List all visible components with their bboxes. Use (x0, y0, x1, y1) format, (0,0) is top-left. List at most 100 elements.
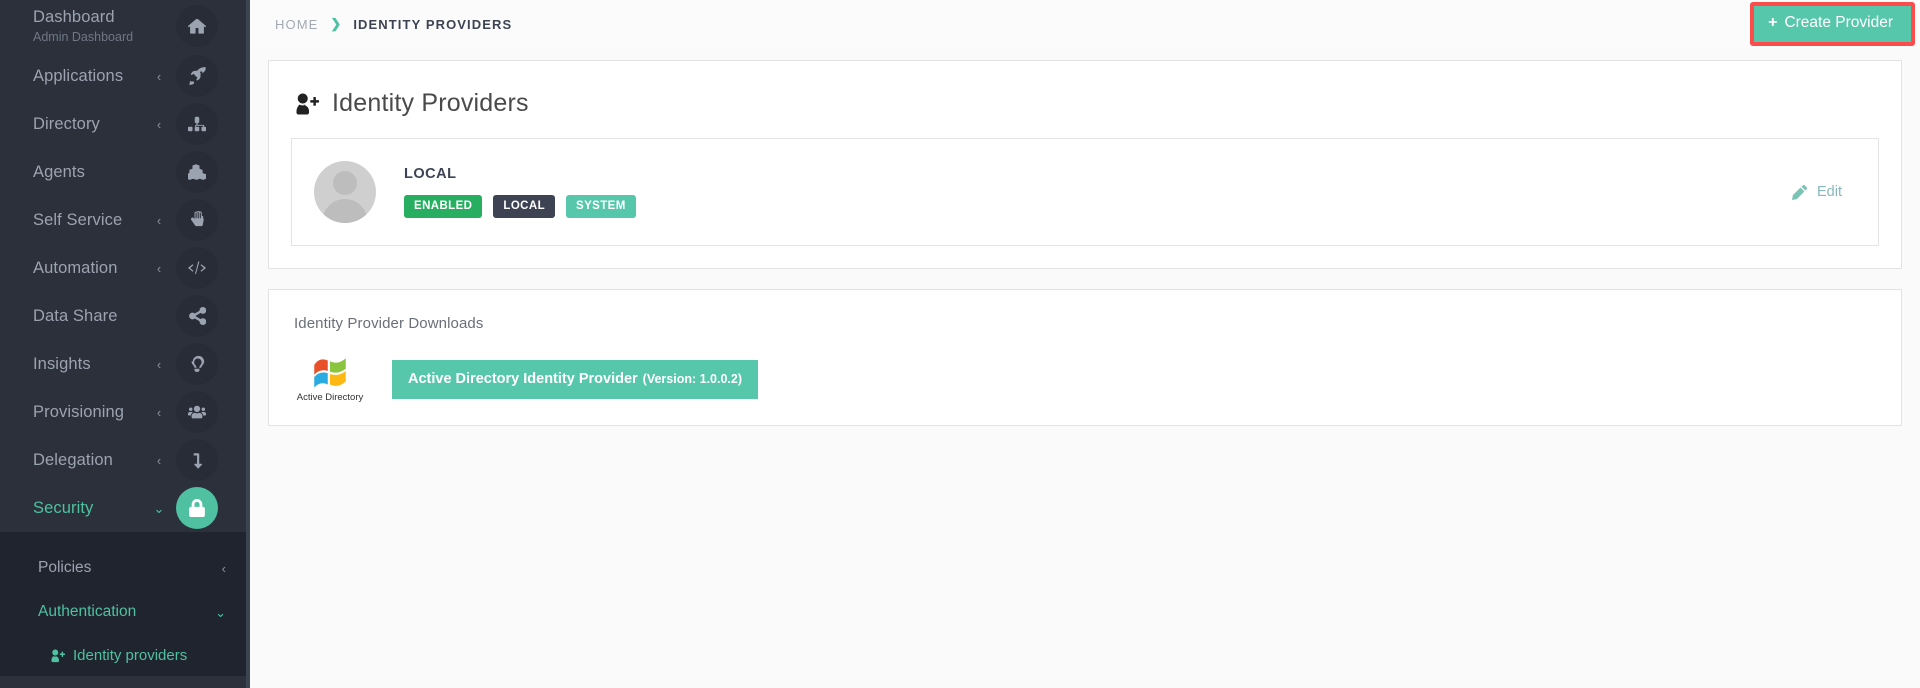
sidebar-subitem-label: Identity providers (73, 646, 188, 664)
downloads-panel-body: Identity Provider Downloads Active Direc… (269, 290, 1901, 425)
sidebar-item-insights-text: Insights (0, 355, 146, 374)
app-root: Dashboard Admin Dashboard Applications ‹ (0, 0, 1920, 688)
sidebar-item-dashboard-text: Dashboard Admin Dashboard (0, 8, 146, 44)
sidebar-item-label: Delegation (33, 450, 113, 469)
chevron-left-icon: ‹ (221, 560, 226, 576)
sidebar-item-data-share[interactable]: Data Share (0, 292, 246, 340)
download-active-directory-button[interactable]: Active Directory Identity Provider (Vers… (392, 359, 759, 400)
chevron-left-icon: ‹ (156, 452, 162, 468)
active-directory-logo: Active Directory (294, 356, 366, 403)
sidebar-subitem-policies[interactable]: Policies ‹ (0, 546, 246, 590)
create-provider-highlight: + Create Provider (1750, 2, 1915, 46)
sidebar-item-self-service[interactable]: Self Service ‹ (0, 196, 246, 244)
users-icon (176, 391, 218, 433)
sidebar-subitem-authentication[interactable]: Authentication ⌄ (0, 590, 246, 634)
provider-info: LOCAL ENABLED LOCAL SYSTEM (404, 165, 1792, 219)
chevron-right-icon: ❯ (330, 16, 342, 31)
sidebar-item-delegation-text: Delegation (0, 451, 146, 470)
rocket-icon (176, 55, 218, 97)
sidebar-item-data-share-text: Data Share (0, 307, 146, 326)
sidebar-item-label: Security (33, 498, 94, 517)
sidebar-item-agents[interactable]: Agents (0, 148, 246, 196)
content-area: Identity Providers LOCAL ENABLED LOCAL S… (250, 48, 1920, 688)
status-badge-system: SYSTEM (566, 194, 636, 219)
chevron-left-icon: ‹ (156, 404, 162, 420)
provider-badges: ENABLED LOCAL SYSTEM (404, 194, 1792, 219)
edit-provider-label: Edit (1817, 184, 1842, 200)
sidebar-item-provisioning-text: Provisioning (0, 403, 146, 422)
sidebar-subitem-identity-providers[interactable]: Identity providers (0, 634, 246, 676)
share-icon (176, 295, 218, 337)
sidebar-submenu-security: Policies ‹ Authentication ⌄ Identity pro… (0, 532, 246, 676)
sidebar-nav-list: Dashboard Admin Dashboard Applications ‹ (0, 0, 246, 532)
provider-card-local[interactable]: LOCAL ENABLED LOCAL SYSTEM Edit (291, 138, 1879, 246)
sidebar-item-automation[interactable]: Automation ‹ (0, 244, 246, 292)
hand-icon (176, 199, 218, 241)
identity-providers-panel: Identity Providers LOCAL ENABLED LOCAL S… (268, 60, 1902, 269)
sidebar-item-delegation[interactable]: Delegation ‹ (0, 436, 246, 484)
sidebar-item-self-service-text: Self Service (0, 211, 146, 230)
chevron-left-icon: ‹ (156, 212, 162, 228)
sidebar-item-label: Provisioning (33, 402, 125, 421)
download-row: Active Directory Active Directory Identi… (291, 356, 1879, 403)
plus-icon: + (1768, 14, 1778, 32)
sidebar-item-agents-text: Agents (0, 163, 146, 182)
sidebar-item-label: Insights (33, 354, 91, 373)
breadcrumb-current: IDENTITY PROVIDERS (353, 16, 513, 32)
sidebar-item-label: Self Service (33, 210, 123, 229)
sidebar-subitem-label: Policies (38, 559, 92, 576)
cubes-icon (176, 151, 218, 193)
sidebar-item-directory[interactable]: Directory ‹ (0, 100, 246, 148)
active-directory-logo-label: Active Directory (296, 392, 364, 403)
download-button-version: (Version: 1.0.0.2) (642, 371, 743, 386)
status-badge-enabled: ENABLED (404, 194, 483, 219)
sidebar-item-label: Applications (33, 66, 124, 85)
windows-logo-icon (314, 358, 346, 388)
page-title: Identity Providers (291, 83, 1879, 138)
arrow-turn-icon (176, 439, 218, 481)
chevron-down-icon: ⌄ (215, 604, 226, 620)
status-badge-local: LOCAL (493, 194, 555, 219)
sidebar-item-sublabel: Admin Dashboard (33, 29, 134, 44)
home-icon (176, 5, 218, 47)
downloads-panel: Identity Provider Downloads Active Direc… (268, 289, 1902, 426)
create-provider-button[interactable]: + Create Provider (1754, 6, 1911, 42)
user-plus-icon (296, 93, 319, 115)
downloads-title: Identity Provider Downloads (294, 315, 484, 332)
identity-providers-panel-body: Identity Providers LOCAL ENABLED LOCAL S… (269, 61, 1901, 268)
sidebar-item-label: Automation (33, 258, 118, 277)
chevron-down-icon: ⌄ (153, 500, 165, 516)
chevron-left-icon: ‹ (156, 116, 162, 132)
pencil-icon (1792, 184, 1807, 200)
topbar: HOME ❯ IDENTITY PROVIDERS + Create Provi… (250, 0, 1920, 48)
provider-name: LOCAL (404, 165, 457, 182)
chevron-left-icon: ‹ (156, 68, 162, 84)
sidebar-item-label: Directory (33, 114, 100, 133)
sidebar-item-applications-text: Applications (0, 67, 146, 86)
sidebar-item-label: Data Share (33, 306, 118, 325)
sidebar-item-dashboard[interactable]: Dashboard Admin Dashboard (0, 0, 246, 52)
sidebar: Dashboard Admin Dashboard Applications ‹ (0, 0, 250, 688)
chevron-left-icon: ‹ (156, 356, 162, 372)
sidebar-item-automation-text: Automation (0, 259, 146, 278)
user-plus-icon (51, 649, 65, 662)
sidebar-item-security[interactable]: Security ⌄ (0, 484, 246, 532)
main-content: HOME ❯ IDENTITY PROVIDERS + Create Provi… (250, 0, 1920, 688)
sidebar-item-applications[interactable]: Applications ‹ (0, 52, 246, 100)
avatar (314, 161, 376, 223)
sidebar-item-provisioning[interactable]: Provisioning ‹ (0, 388, 246, 436)
sidebar-subitem-label: Authentication (38, 603, 137, 620)
chevron-left-icon: ‹ (156, 260, 162, 276)
breadcrumb: HOME ❯ IDENTITY PROVIDERS (275, 16, 512, 32)
lightbulb-icon (176, 343, 218, 385)
code-icon (176, 247, 218, 289)
create-provider-label: Create Provider (1784, 14, 1893, 31)
sidebar-item-directory-text: Directory (0, 115, 146, 134)
sidebar-item-insights[interactable]: Insights ‹ (0, 340, 246, 388)
page-title-text: Identity Providers (332, 89, 529, 117)
sidebar-item-security-text: Security (0, 499, 146, 518)
breadcrumb-home[interactable]: HOME (275, 17, 318, 32)
edit-provider-button[interactable]: Edit (1792, 184, 1856, 200)
sidebar-item-label: Agents (33, 162, 85, 181)
sitemap-icon (176, 103, 218, 145)
